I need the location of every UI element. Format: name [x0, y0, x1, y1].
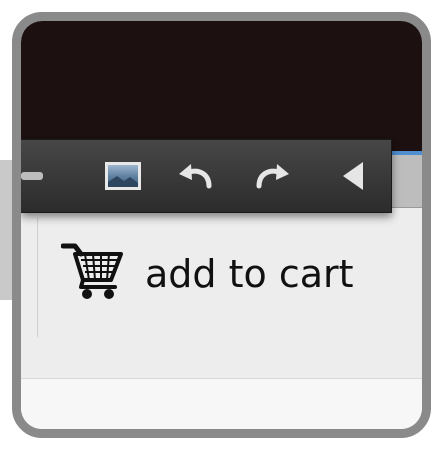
app-stage: add to cart — [0, 0, 443, 450]
undo-icon[interactable] — [171, 154, 219, 198]
shopping-cart-icon — [61, 240, 125, 302]
add-to-cart-label: add to cart — [145, 252, 354, 296]
add-to-cart-button[interactable]: add to cart — [61, 236, 411, 316]
zoom-frame: add to cart — [12, 12, 431, 438]
dash-icon[interactable] — [21, 154, 69, 198]
content-divider — [37, 217, 38, 337]
image-icon[interactable] — [99, 154, 147, 198]
editor-toolbar — [21, 139, 392, 213]
content-footer — [21, 378, 422, 429]
arrow-left-icon[interactable] — [333, 154, 381, 198]
redo-icon[interactable] — [249, 154, 297, 198]
